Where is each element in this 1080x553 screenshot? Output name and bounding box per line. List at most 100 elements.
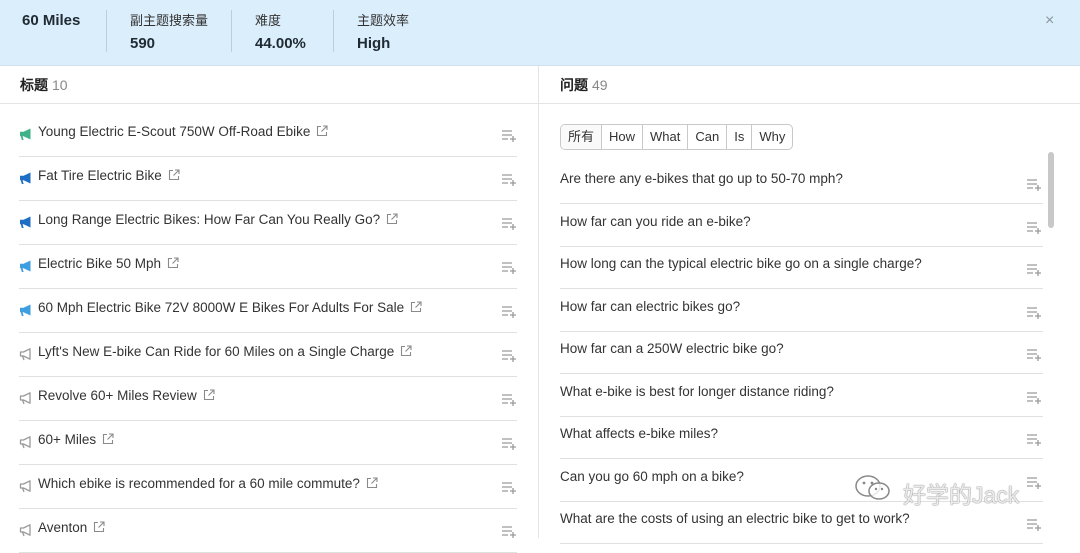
title-row[interactable]: Revolve 60+ Miles Review — [19, 377, 517, 421]
add-to-list-icon[interactable] — [501, 393, 517, 407]
external-link-icon[interactable] — [316, 125, 328, 137]
question-row[interactable]: How long can the typical electric bike g… — [560, 247, 1043, 289]
external-link-icon[interactable] — [410, 301, 422, 313]
title-row[interactable]: Electric Bike 50 Mph — [19, 245, 517, 289]
title-row[interactable]: Young Electric E-Scout 750W Off-Road Ebi… — [19, 113, 517, 157]
title-text[interactable]: Long Range Electric Bikes: How Far Can Y… — [38, 212, 398, 227]
title-text[interactable]: Aventon — [38, 520, 105, 535]
question-text: How far can a 250W electric bike go? — [560, 341, 784, 356]
watermark-text: 好学的Jack — [903, 482, 1020, 508]
add-to-list-icon[interactable] — [1026, 433, 1042, 447]
title-text[interactable]: Young Electric E-Scout 750W Off-Road Ebi… — [38, 124, 328, 139]
external-link-icon[interactable] — [167, 257, 179, 269]
questions-heading: 问题 — [560, 77, 588, 93]
add-to-list-icon[interactable] — [501, 217, 517, 231]
question-text: How long can the typical electric bike g… — [560, 256, 922, 271]
stat-label: 难度 — [255, 13, 282, 28]
megaphone-icon — [19, 348, 31, 361]
stat-value: High — [357, 35, 391, 52]
external-link-icon[interactable] — [400, 345, 412, 357]
questions-panel: 问题 49 所有 How What Can Is Why Are there an… — [538, 66, 1080, 544]
add-to-list-icon[interactable] — [501, 481, 517, 495]
add-to-list-icon[interactable] — [1026, 348, 1042, 362]
question-filter-tabs: 所有 How What Can Is Why — [560, 124, 794, 150]
divider — [333, 10, 334, 52]
add-to-list-icon[interactable] — [1026, 178, 1042, 192]
stat-label: 副主题搜索量 — [130, 13, 209, 28]
megaphone-icon — [19, 480, 31, 493]
title-row[interactable]: Lyft's New E-bike Can Ride for 60 Miles … — [19, 333, 517, 377]
external-link-icon[interactable] — [366, 477, 378, 489]
scrollbar[interactable] — [1048, 152, 1054, 228]
questions-panel-header: 问题 49 — [539, 66, 1080, 104]
question-row[interactable]: How far can a 250W electric bike go? — [560, 332, 1043, 374]
close-icon[interactable]: × — [1045, 12, 1054, 30]
filter-tab-is[interactable]: Is — [727, 125, 753, 149]
external-link-icon[interactable] — [93, 521, 105, 533]
add-to-list-icon[interactable] — [1026, 518, 1042, 532]
megaphone-icon — [20, 216, 31, 228]
question-text: Can you go 60 mph on a bike? — [560, 468, 744, 484]
megaphone-icon — [20, 128, 31, 140]
add-to-list-icon[interactable] — [1026, 306, 1042, 320]
titles-panel-header: 标题 10 — [0, 66, 538, 104]
filter-tab-why[interactable]: Why — [752, 125, 792, 149]
title-text[interactable]: Electric Bike 50 Mph — [38, 256, 179, 271]
title-row[interactable]: Which ebike is recommended for a 60 mile… — [19, 465, 517, 509]
add-to-list-icon[interactable] — [501, 437, 517, 451]
stat-label: 主题效率 — [357, 13, 410, 28]
add-to-list-icon[interactable] — [501, 261, 517, 275]
question-row[interactable]: How far can electric bikes go? — [560, 290, 1043, 332]
titles-panel: 标题 10 Young Electric E-Scout 750W Off-Roa… — [0, 66, 538, 553]
add-to-list-icon[interactable] — [501, 525, 517, 539]
title-row[interactable]: 60+ Miles — [19, 421, 517, 465]
filter-tab-how[interactable]: How — [602, 125, 644, 149]
megaphone-icon — [20, 172, 31, 184]
add-to-list-icon[interactable] — [1026, 263, 1042, 277]
question-row[interactable]: Are there any e-bikes that go up to 50-7… — [560, 162, 1043, 204]
title-text[interactable]: Revolve 60+ Miles Review — [38, 388, 215, 403]
titles-heading: 标题 — [20, 77, 48, 93]
add-to-list-icon[interactable] — [501, 173, 517, 187]
title-text[interactable]: Which ebike is recommended for a 60 mile… — [38, 476, 378, 491]
title-row[interactable]: Aventon — [19, 509, 517, 553]
external-link-icon[interactable] — [102, 433, 114, 445]
watermark: 好学的Jack — [853, 474, 1053, 508]
external-link-icon[interactable] — [168, 169, 180, 181]
question-row[interactable]: What e-bike is best for longer distance … — [560, 375, 1043, 417]
divider — [231, 10, 232, 52]
megaphone-icon — [20, 304, 31, 316]
megaphone-icon — [19, 524, 31, 537]
add-to-list-icon[interactable] — [501, 129, 517, 143]
filter-tab-what[interactable]: What — [643, 125, 689, 149]
megaphone-icon — [19, 436, 31, 449]
question-text: How far can electric bikes go? — [560, 298, 741, 314]
filter-tab-all[interactable]: 所有 — [561, 125, 603, 149]
stat-value: 590 — [130, 35, 156, 52]
topic-title: 60 Miles — [22, 12, 81, 29]
title-row[interactable]: Fat Tire Electric Bike — [19, 157, 517, 201]
add-to-list-icon[interactable] — [1026, 391, 1042, 405]
external-link-icon[interactable] — [386, 213, 398, 225]
title-row[interactable]: Long Range Electric Bikes: How Far Can Y… — [19, 201, 517, 245]
title-text[interactable]: 60 Mph Electric Bike 72V 8000W E Bikes F… — [38, 300, 422, 315]
title-row[interactable]: 60 Mph Electric Bike 72V 8000W E Bikes F… — [19, 289, 517, 333]
divider — [106, 10, 107, 52]
question-row[interactable]: How far can you ride an e-bike? — [560, 205, 1043, 247]
titles-count: 10 — [52, 77, 68, 93]
external-link-icon[interactable] — [203, 389, 215, 401]
stat-efficiency: 主题效率 High — [357, 10, 409, 52]
title-text[interactable]: 60+ Miles — [38, 432, 114, 447]
title-text[interactable]: Fat Tire Electric Bike — [38, 168, 180, 183]
question-text: How far can you ride an e-bike? — [560, 213, 751, 229]
add-to-list-icon[interactable] — [1026, 221, 1042, 235]
add-to-list-icon[interactable] — [501, 305, 517, 319]
stat-search-volume: 副主题搜索量 590 — [130, 10, 208, 52]
questions-count: 49 — [592, 77, 608, 93]
question-row[interactable]: What affects e-bike miles? — [560, 417, 1043, 459]
filter-tab-can[interactable]: Can — [688, 125, 728, 149]
megaphone-icon — [19, 392, 31, 405]
summary-header: 60 Miles 副主题搜索量 590 难度 44.00% 主题效率 High … — [0, 0, 1080, 66]
title-text[interactable]: Lyft's New E-bike Can Ride for 60 Miles … — [38, 344, 412, 359]
add-to-list-icon[interactable] — [501, 349, 517, 363]
